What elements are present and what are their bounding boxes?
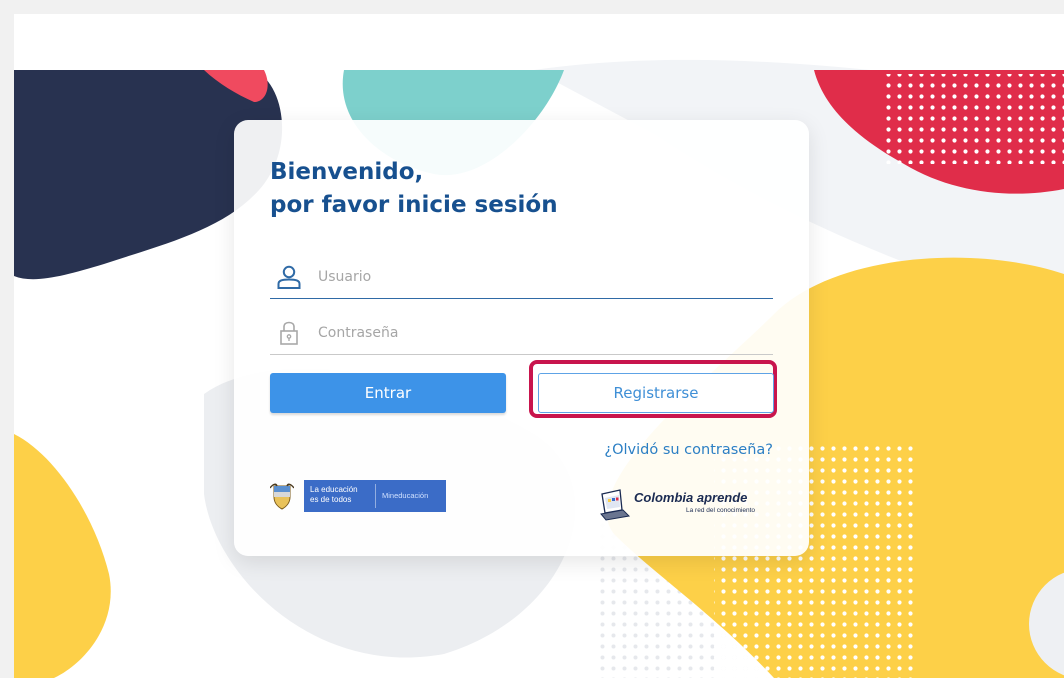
login-card: Bienvenido, por favor inicie sesión Usua…: [234, 120, 809, 556]
laptop-icon: [600, 489, 631, 521]
mineducacion-logo: La educación es de todos Mineducación: [270, 478, 446, 514]
title-line-2: por favor inicie sesión: [270, 192, 558, 218]
password-input[interactable]: [318, 320, 758, 346]
login-button[interactable]: Entrar: [270, 373, 506, 413]
colombia-aprende-name: Colombia aprende: [634, 490, 748, 505]
register-button[interactable]: Registrarse: [538, 373, 774, 413]
page-title: Bienvenido, por favor inicie sesión: [270, 156, 558, 222]
title-line-1: Bienvenido,: [270, 159, 424, 185]
username-input[interactable]: [318, 264, 758, 290]
mineducacion-tagline: La educación es de todos: [310, 485, 358, 505]
colombia-aprende-logo: Colombia aprende La red del conocimiento: [598, 486, 778, 528]
screenshot-frame: Bienvenido, por favor inicie sesión Usua…: [0, 0, 1064, 678]
tagline-line-2: es de todos: [310, 495, 352, 504]
banner-divider: [375, 484, 376, 508]
lock-icon: [280, 321, 298, 345]
colombia-aprende-subtitle: La red del conocimiento: [686, 507, 756, 514]
user-icon: [277, 265, 301, 289]
login-page: Bienvenido, por favor inicie sesión Usua…: [14, 14, 1064, 678]
mineducacion-name: Mineducación: [382, 491, 429, 500]
forgot-password-link[interactable]: ¿Olvidó su contraseña?: [604, 442, 773, 458]
username-field[interactable]: [270, 258, 773, 299]
password-field[interactable]: [270, 314, 773, 355]
colombia-crest-icon: [270, 483, 294, 510]
tagline-line-1: La educación: [310, 485, 358, 494]
mineducacion-banner: La educación es de todos Mineducación: [304, 480, 446, 512]
